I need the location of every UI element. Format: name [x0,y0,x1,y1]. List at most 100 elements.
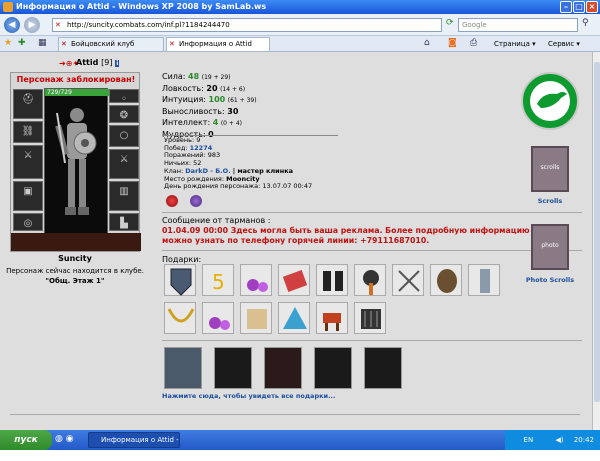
url-input[interactable]: ✕ http://suncity.combats.com/inf.pl?1184… [52,18,442,32]
back-button[interactable]: ◀ [4,17,20,33]
belt-slot[interactable]: ◎ [13,213,43,231]
stat-label: Интеллект: [162,118,211,127]
helmet-slot[interactable]: ⛑ [13,89,43,119]
gift-card[interactable] [364,347,402,389]
stat-value: 30 [227,106,239,116]
gift-item[interactable] [202,302,234,334]
scrolls-banner[interactable]: scrolls [531,146,569,192]
search-icon[interactable]: ⚲ [582,18,589,28]
necklace-slot[interactable]: ❂ [109,105,139,123]
gift-item[interactable] [430,264,462,296]
scroll-thumb[interactable] [594,62,600,402]
browser-icon [3,2,13,12]
refresh-icon[interactable]: ⟳ [446,18,454,28]
location-block: Suncity Персонаж сейчас находится в клуб… [0,254,150,285]
goat-logo[interactable] [521,72,579,130]
stats-list: Сила: 48 (19 + 29) Ловкость: 20 (14 + 6)… [162,72,257,141]
weapon-slot[interactable]: ⚔ [13,145,43,179]
stat-bonus: (14 + 6) [220,85,246,93]
gift-item[interactable] [392,264,424,296]
gift-item[interactable]: 5 [202,264,234,296]
search-input[interactable]: Google [458,18,578,32]
gift-card[interactable] [264,347,302,389]
gift-item[interactable] [240,302,272,334]
svg-text:5: 5 [212,270,225,294]
taskbar: пуск ◍ ◉ Информация о Attid - ... EN ◀) … [0,430,600,458]
window-title: Информация о Attid - Windows XP 2008 by … [16,2,267,11]
quick-tabs-icon[interactable]: ▦ [38,38,47,48]
tab-combats-club[interactable]: ✕ Бойцовский клуб [58,37,164,51]
divider [162,340,582,341]
minimize-button[interactable]: – [560,1,572,13]
print-icon[interactable]: ⎙ [470,38,477,48]
stat-bonus: (19 + 29) [201,74,231,81]
vertical-scrollbar[interactable] [592,52,600,430]
armor-slot[interactable]: ▣ [13,181,43,211]
boots-slot[interactable]: ▙ [109,213,139,231]
search-placeholder: Google [462,21,487,29]
message-title: Сообщение от тарманов : [162,216,271,225]
task-label: Информация о Attid - ... [101,436,179,458]
stat-value: 20 [206,83,218,93]
stat-row: Интеллект: 4 (0 + 4) [162,118,257,130]
stat-value: 4 [212,118,219,127]
medal-icon[interactable] [190,195,202,207]
gift-item[interactable] [278,264,310,296]
bracers-slot[interactable]: ⛓ [13,121,43,143]
tab-attid-info[interactable]: ✕ Информация о Attid [166,37,270,51]
url-text: http://suncity.combats.com/inf.pl?118424… [67,21,230,29]
feeds-icon[interactable]: ◙ [448,38,457,48]
add-favorites-icon[interactable]: ✚ [18,38,26,48]
pants-slot[interactable]: ▥ [109,181,139,211]
gift-item[interactable] [354,264,386,296]
stat-value: 48 [188,72,200,81]
gift-item[interactable] [316,302,348,334]
gift-item[interactable] [240,264,272,296]
gift-item[interactable] [316,264,348,296]
all-gifts-link[interactable]: Нажмите сюда, чтобы увидеть все подарки.… [162,392,335,400]
gift-item[interactable] [164,302,196,334]
char-info: Уровень: 9 Побед: 12274 Поражений: 983 Н… [164,136,312,191]
earrings-slot[interactable]: ◦ [109,89,139,105]
gift-item[interactable] [468,264,500,296]
gift-card[interactable] [164,347,202,389]
favorites-star-icon[interactable]: ★ [4,38,12,48]
taskbar-window-button[interactable]: Информация о Attid - ... [88,432,180,458]
home-icon[interactable]: ⌂ [424,38,430,48]
medal-icon[interactable] [166,195,178,207]
location-text: Персонаж сейчас находится в клубе. [6,267,144,275]
char-level: [9] [101,58,113,67]
stat-label: Ловкость: [162,83,204,93]
quick-launch-icons[interactable]: ◍ ◉ [55,434,74,444]
city-name: Suncity [58,254,92,263]
page-menu[interactable]: Страница ▾ [494,38,536,50]
service-menu[interactable]: Сервис ▾ [548,38,580,50]
divider [10,414,580,415]
lang-indicator[interactable]: EN [524,436,534,444]
stat-row: Ловкость: 20 (14 + 6) [162,84,257,96]
divider [162,250,582,251]
start-button[interactable]: пуск [0,430,52,450]
photo-scrolls-banner[interactable]: photo [531,224,569,270]
gift-item[interactable] [164,264,196,296]
stat-label: Интуиция: [162,95,206,104]
volume-icon[interactable]: ◀) [555,436,563,444]
offhand-slot[interactable]: ⚔ [109,149,139,179]
char-info-icon[interactable]: i [115,60,120,67]
gift-item[interactable] [278,302,310,334]
gift-card[interactable] [314,347,352,389]
char-bottom-bar [11,233,141,251]
start-label: пуск [14,435,38,445]
rings-slot[interactable]: ○ [109,125,139,147]
tab-bar: ★ ✚ ▦ ✕ Бойцовский клуб ✕ Информация о Att… [0,36,600,52]
photo-scrolls-link[interactable]: Photo Scrolls [515,276,585,284]
page-menu-label: Страница [494,40,530,48]
message-text: 01.04.09 00:00 Здесь могла быть ваша рек… [162,226,530,245]
maximize-button[interactable]: □ [573,1,585,13]
close-button[interactable]: × [586,1,598,13]
gift-card[interactable] [214,347,252,389]
gift-item[interactable] [354,302,386,334]
forward-button[interactable]: ▶ [24,17,40,33]
scrolls-link[interactable]: Scrolls [515,197,585,205]
character-avatar: 729/729 [44,88,109,235]
